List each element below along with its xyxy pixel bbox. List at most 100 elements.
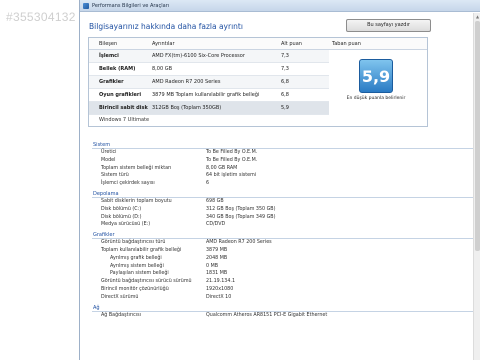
detail-row: İşlemci çekirdek sayısı 6 bbox=[92, 180, 480, 188]
column-header-details: Ayrıntılar bbox=[152, 40, 175, 47]
detail-row: Ayrılmış sistem belleği 0 MB bbox=[92, 263, 480, 271]
column-header-component: Bileşen bbox=[99, 40, 118, 47]
detail-label: Görüntü bağdaştırıcısı sürücü sürümü bbox=[101, 279, 192, 285]
score-table: Bileşen Ayrıntılar Alt puan Taban puan İ… bbox=[88, 37, 428, 127]
column-header-subscore: Alt puan bbox=[281, 40, 302, 47]
score-table-header: Bileşen Ayrıntılar Alt puan Taban puan bbox=[89, 38, 427, 50]
detail-label: Toplam kullanılabilir grafik belleği bbox=[101, 247, 182, 253]
detail-value: CD/DVD bbox=[206, 222, 226, 228]
vertical-scrollbar[interactable]: ▲ bbox=[473, 13, 480, 360]
section: Ağ Ağ Bağdaştırıcısı Qualcomm Atheros AR81… bbox=[92, 304, 480, 320]
score-subscore: 6,8 bbox=[281, 79, 289, 85]
detail-row: Ayrılmış grafik belleği 2048 MB bbox=[92, 255, 480, 263]
score-rows: İşlemci AMD FX(tm)-6100 Six-Core Processo… bbox=[89, 50, 329, 115]
detail-value: 6 bbox=[206, 181, 210, 187]
score-row: Bellek (RAM) 8,00 GB 7,3 bbox=[89, 63, 329, 76]
details-sections: Sistem Üretici To Be Filled By O.E.M. Model… bbox=[92, 139, 480, 319]
detail-value: 0 MB bbox=[206, 263, 219, 269]
section-title: Ağ bbox=[92, 304, 480, 312]
detail-row: Sistem türü 64 bit işletim sistemi bbox=[92, 172, 480, 180]
title-bar: Performans Bilgileri ve Araçları bbox=[80, 0, 480, 12]
detail-value: DirectX 10 bbox=[206, 294, 232, 300]
detail-value: 8,00 GB RAM bbox=[206, 165, 238, 171]
score-component: Bellek (RAM) bbox=[99, 66, 136, 72]
detail-row: Görüntü bağdaştırıcısı türü AMD Radeon R7… bbox=[92, 239, 480, 247]
detail-value: 1920x1080 bbox=[206, 286, 234, 292]
window-title: Performans Bilgileri ve Araçları bbox=[92, 2, 170, 9]
detail-value: 1831 MB bbox=[206, 271, 228, 277]
detail-value: Qualcomm Atheros AR8151 PCI-E Gigabit Et… bbox=[206, 312, 328, 318]
detail-label: Paylaşılan sistem belleği bbox=[110, 271, 169, 277]
detail-label: Medya sürücüsü (E:) bbox=[101, 222, 151, 228]
performance-app-icon bbox=[83, 2, 89, 9]
detail-value: To Be Filled By O.E.M. bbox=[206, 150, 258, 155]
detail-label: Toplam sistem belleği miktarı bbox=[101, 165, 172, 171]
detail-row: DirectX sürümü DirectX 10 bbox=[92, 294, 480, 302]
detail-label: Model bbox=[101, 157, 116, 163]
detail-label: Ayrılmış sistem belleği bbox=[110, 263, 164, 269]
detail-label: Disk bölümü (D:) bbox=[101, 214, 142, 220]
os-edition: Windows 7 Ultimate bbox=[99, 117, 150, 123]
header-row: Bilgisayarınız hakkında daha fazla ayrın… bbox=[86, 15, 431, 35]
detail-row: Paylaşılan sistem belleği 1831 MB bbox=[92, 270, 480, 278]
section: Depolama Sabit disklerin toplam boyutu 698… bbox=[92, 190, 480, 229]
score-subscore: 5,9 bbox=[281, 105, 289, 111]
section: Grafikler Görüntü bağdaştırıcısı türü AMD … bbox=[92, 231, 480, 301]
scroll-thumb[interactable] bbox=[475, 21, 480, 251]
section-title: Sistem bbox=[92, 141, 480, 149]
score-row: Birincil sabit disk 312GB Boş (Toplam 350… bbox=[89, 102, 329, 115]
score-subscore: 6,8 bbox=[281, 92, 289, 98]
detail-row: Üretici To Be Filled By O.E.M. bbox=[92, 149, 480, 157]
score-component: Grafikler bbox=[99, 79, 124, 85]
detail-row: Birincil monitör çözünürlüğü 1920x1080 bbox=[92, 286, 480, 294]
detail-value: 698 GB bbox=[206, 198, 224, 204]
detail-label: İşlemci çekirdek sayısı bbox=[101, 181, 155, 187]
print-page-button[interactable]: Bu sayfayı yazdır bbox=[346, 18, 431, 32]
detail-value: AMD Radeon R7 200 Series bbox=[206, 240, 272, 246]
section: Sistem Üretici To Be Filled By O.E.M. Model… bbox=[92, 141, 480, 188]
detail-row: Toplam kullanılabilir grafik belleği 3879… bbox=[92, 247, 480, 255]
score-details: AMD FX(tm)-6100 Six-Core Processor bbox=[152, 53, 245, 59]
detail-label: Birincil monitör çözünürlüğü bbox=[101, 286, 169, 292]
detail-label: Ağ Bağdaştırıcısı bbox=[101, 312, 141, 318]
watermark: #355304132 bbox=[6, 10, 76, 24]
section-title: Depolama bbox=[92, 190, 480, 198]
detail-value: To Be Filled By O.E.M. bbox=[206, 157, 258, 163]
detail-row: Ağ Bağdaştırıcısı Qualcomm Atheros AR8151… bbox=[92, 312, 480, 320]
detail-row: Sabit disklerin toplam boyutu 698 GB bbox=[92, 198, 480, 206]
detail-value: 340 GB Boş (Toplam 349 GB) bbox=[206, 214, 276, 220]
detail-label: Disk bölümü (C:) bbox=[101, 206, 142, 212]
detail-label: Sabit disklerin toplam boyutu bbox=[101, 198, 172, 204]
score-component: Birincil sabit disk bbox=[99, 105, 148, 111]
detail-row: Görüntü bağdaştırıcısı sürücü sürümü 21.1… bbox=[92, 278, 480, 286]
performance-window: Performans Bilgileri ve Araçları Bilgisa… bbox=[79, 0, 480, 360]
scroll-up-icon[interactable]: ▲ bbox=[475, 14, 480, 19]
column-header-basescore: Taban puan bbox=[332, 40, 361, 47]
base-score-panel: 5,9 En düşük puanla belirlenir bbox=[325, 50, 427, 114]
detail-label: DirectX sürümü bbox=[101, 294, 139, 300]
detail-row: Disk bölümü (C:) 312 GB Boş (Toplam 350 G… bbox=[92, 206, 480, 214]
detail-value: 64 bit işletim sistemi bbox=[206, 173, 257, 179]
score-details: 3879 MB Toplam kullanılabilir grafik bel… bbox=[152, 92, 260, 98]
detail-row: Disk bölümü (D:) 340 GB Boş (Toplam 349 G… bbox=[92, 214, 480, 222]
score-row: Oyun grafikleri 3879 MB Toplam kullanılab… bbox=[89, 89, 329, 102]
detail-label: Görüntü bağdaştırıcısı türü bbox=[101, 240, 166, 246]
score-row: İşlemci AMD FX(tm)-6100 Six-Core Processo… bbox=[89, 50, 329, 63]
page-heading: Bilgisayarınız hakkında daha fazla ayrın… bbox=[89, 21, 243, 31]
main-content: Bilgisayarınız hakkında daha fazla ayrın… bbox=[86, 15, 431, 127]
detail-value: 312 GB Boş (Toplam 350 GB) bbox=[206, 206, 276, 212]
base-score-tile: 5,9 bbox=[359, 59, 393, 93]
score-details: 312GB Boş (Toplam 350GB) bbox=[152, 105, 222, 111]
base-score-caption: En düşük puanla belirlenir bbox=[346, 96, 406, 101]
detail-label: Üretici bbox=[101, 150, 117, 155]
detail-row: Model To Be Filled By O.E.M. bbox=[92, 157, 480, 165]
detail-value: 3879 MB bbox=[206, 247, 228, 253]
detail-value: 2048 MB bbox=[206, 255, 228, 261]
detail-row: Toplam sistem belleği miktarı 8,00 GB RAM bbox=[92, 165, 480, 173]
score-details: 8,00 GB bbox=[152, 66, 173, 72]
detail-label: Sistem türü bbox=[101, 173, 129, 179]
score-component: İşlemci bbox=[99, 53, 119, 59]
score-subscore: 7,3 bbox=[281, 53, 289, 59]
score-component: Oyun grafikleri bbox=[99, 92, 142, 98]
section-title: Grafikler bbox=[92, 231, 480, 240]
